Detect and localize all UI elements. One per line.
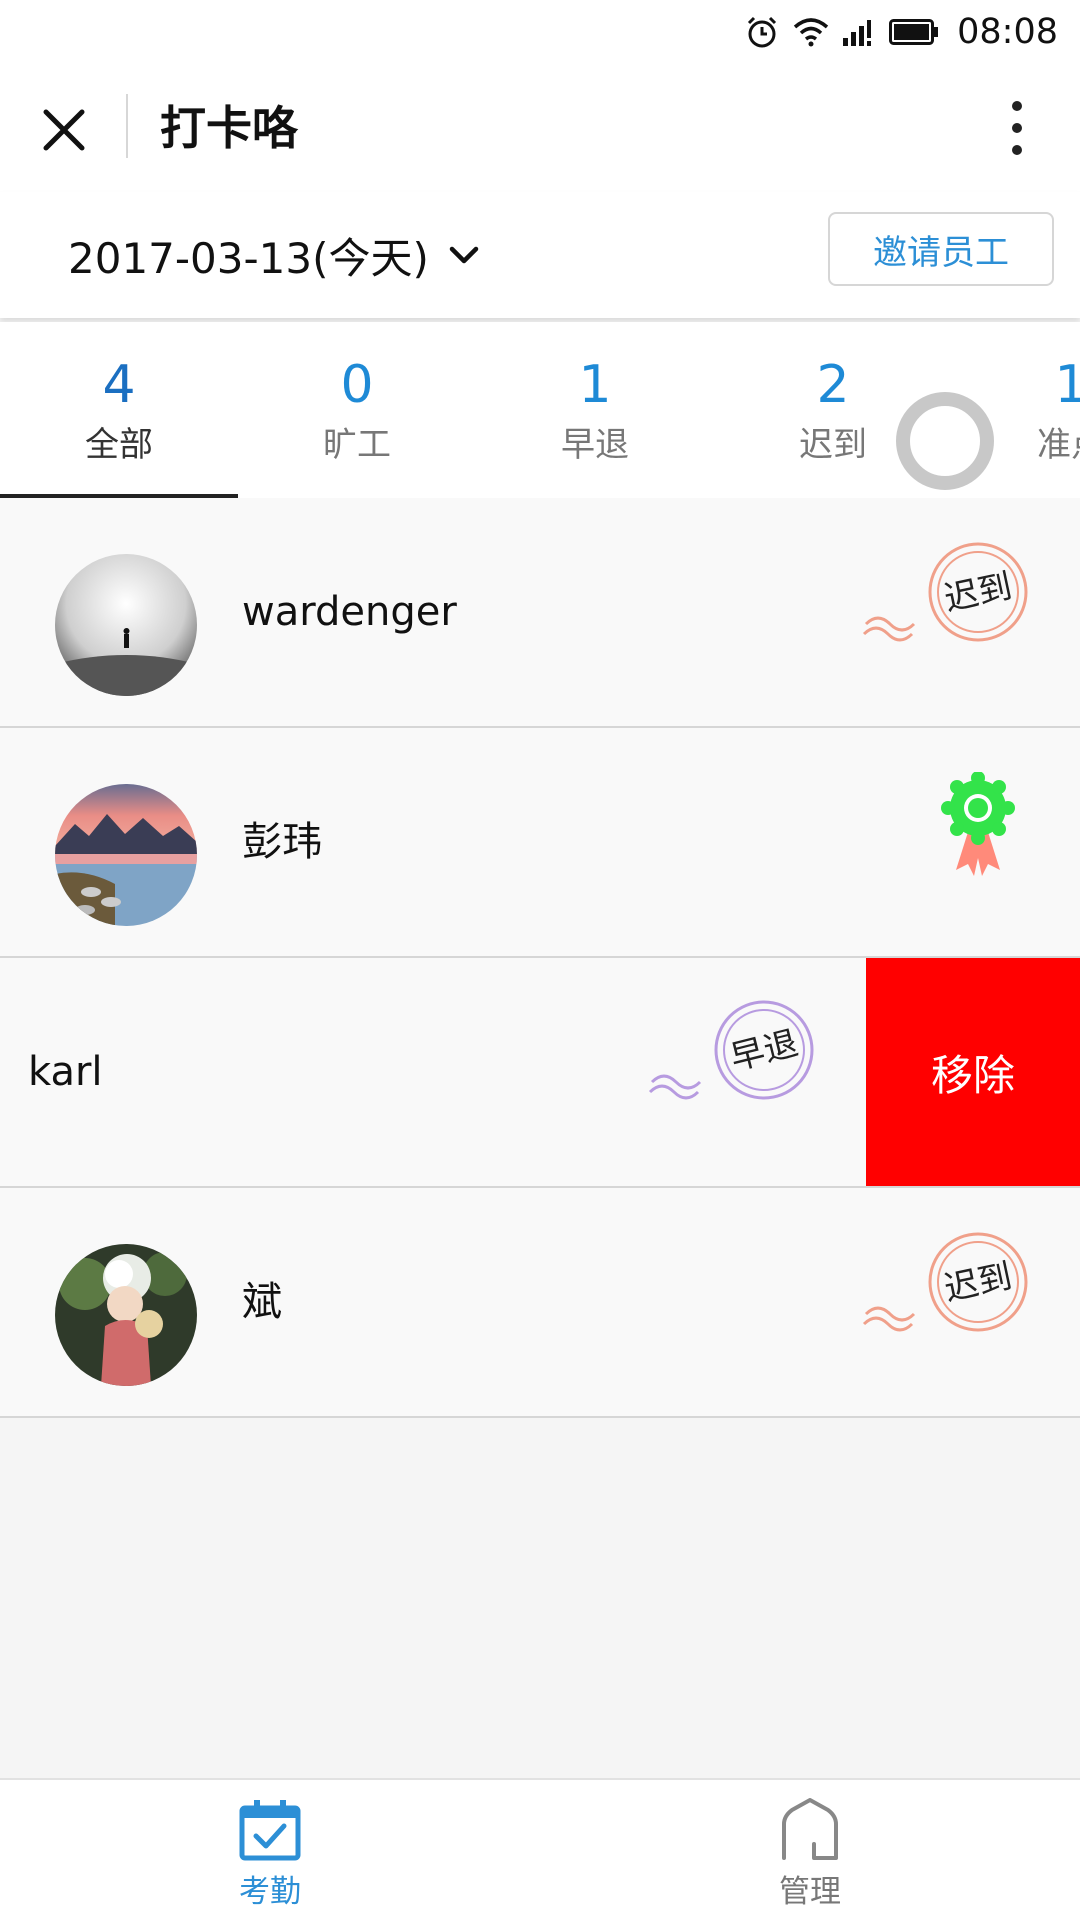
- tab-label: 全部: [85, 425, 153, 465]
- status-bar: 08:08: [0, 0, 1080, 64]
- left-early-stamp-icon: 早退: [648, 1000, 814, 1100]
- late-stamp-icon: 迟到: [862, 542, 1028, 642]
- late-stamp-icon: 迟到: [862, 1232, 1028, 1332]
- date-row: 2017-03-13(今天) 邀请员工: [0, 192, 1080, 318]
- page-title: 打卡咯: [160, 101, 298, 155]
- nav-label: 管理: [779, 1874, 841, 1910]
- status-icons: 08:08: [745, 10, 1058, 54]
- status-time: 08:08: [957, 12, 1058, 52]
- tab-count: 0: [340, 355, 374, 415]
- nav-label: 考勤: [239, 1874, 301, 1910]
- title-bar: 打卡咯: [0, 64, 1080, 192]
- stamp-text: 迟到: [941, 1256, 1016, 1309]
- tab-count: 1: [578, 355, 612, 415]
- employee-name: 彭玮: [242, 819, 322, 865]
- employee-name: 斌: [242, 1279, 282, 1325]
- more-dot-icon: [1012, 145, 1022, 155]
- nav-manage[interactable]: 管理: [540, 1780, 1080, 1922]
- tab-all[interactable]: 4 全部: [0, 322, 238, 498]
- tab-label: 早退: [561, 425, 629, 465]
- date-value: 2017-03-13(今天): [68, 233, 429, 283]
- loading-spinner-icon: [896, 392, 994, 490]
- avatar: [55, 784, 197, 926]
- award-ribbon-icon: [941, 772, 1015, 876]
- alarm-icon: [748, 16, 777, 48]
- employee-name: karl: [28, 1049, 103, 1095]
- tab-count: 4: [102, 355, 136, 415]
- employee-row[interactable]: karl 早退 移除: [0, 958, 1080, 1188]
- bottom-navigation: 考勤 管理: [0, 1778, 1080, 1922]
- tab-absent[interactable]: 0 旷工: [238, 322, 476, 498]
- status-tabs: 4 全部 0 旷工 1 早退 2 迟到 1 准点: [0, 322, 1080, 498]
- title-divider: [126, 94, 128, 158]
- employee-list: wardenger 迟到 彭玮 karl 早退 移除 斌 迟到: [0, 498, 1080, 1418]
- home-icon: [782, 1798, 838, 1860]
- close-button[interactable]: [30, 96, 98, 164]
- employee-name: wardenger: [242, 589, 457, 635]
- remove-button[interactable]: 移除: [866, 958, 1080, 1186]
- tab-label: 旷工: [323, 425, 391, 465]
- more-options-button[interactable]: [982, 90, 1052, 166]
- employee-row[interactable]: wardenger 迟到: [0, 498, 1080, 728]
- chevron-down-icon: [449, 246, 479, 264]
- stamp-text: 迟到: [941, 566, 1016, 619]
- calendar-check-icon: [239, 1800, 301, 1861]
- more-dot-icon: [1012, 101, 1022, 111]
- close-icon: [43, 109, 85, 151]
- signal-icon: [843, 20, 872, 46]
- more-dot-icon: [1012, 123, 1022, 133]
- employee-row[interactable]: 彭玮: [0, 728, 1080, 958]
- stamp-text: 早退: [726, 1023, 802, 1078]
- avatar: [55, 554, 197, 696]
- invite-employee-button[interactable]: 邀请员工: [828, 212, 1054, 286]
- date-selector[interactable]: 2017-03-13(今天): [68, 222, 479, 288]
- avatar: [55, 1244, 197, 1386]
- tab-left-early[interactable]: 1 早退: [476, 322, 714, 498]
- wifi-icon: [793, 18, 829, 47]
- nav-attendance[interactable]: 考勤: [0, 1780, 540, 1922]
- battery-icon: [889, 19, 939, 45]
- employee-row[interactable]: 斌 迟到: [0, 1188, 1080, 1418]
